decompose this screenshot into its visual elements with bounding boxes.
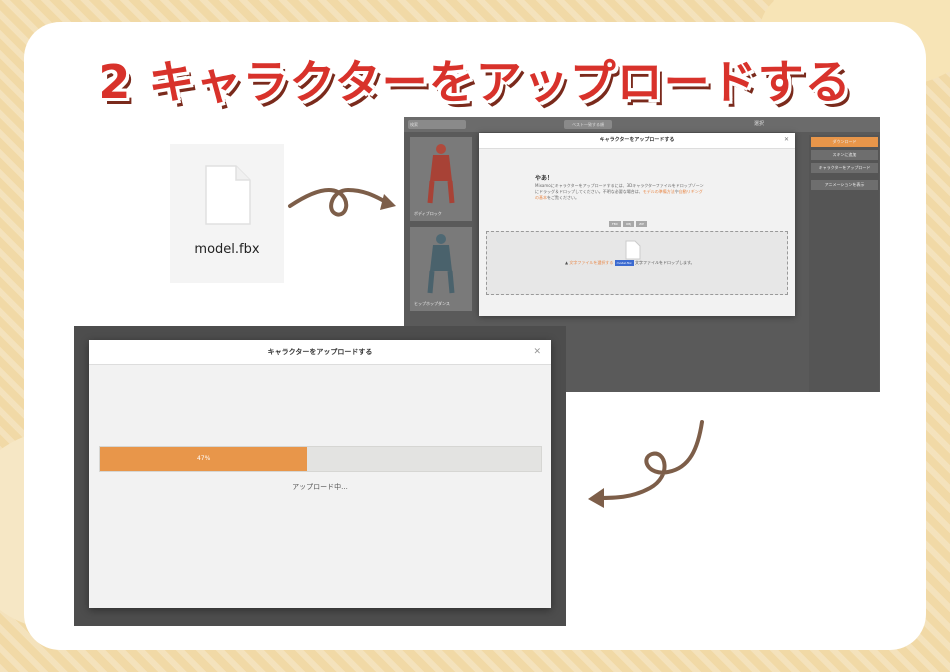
upload-progress-modal: キャラクターをアップロードする ✕ 47% アップロード中...	[89, 340, 551, 608]
character-tile[interactable]: ヒップホップダンス	[410, 227, 472, 311]
close-icon[interactable]: ✕	[533, 347, 541, 357]
sort-dropdown[interactable]: ベスト一致する順	[564, 120, 612, 129]
page-title: 2 キャラクターをアップロードする	[98, 55, 852, 109]
top-toolbar: 検索 ベスト一致する順 選択	[404, 117, 880, 132]
close-icon[interactable]: ✕	[784, 136, 789, 143]
tile-label: ヒップホップダンス	[414, 301, 450, 306]
character-figure-icon	[427, 234, 455, 294]
warning-icon: ▲	[565, 260, 569, 265]
upload-modal: キャラクターをアップロードする ✕ やあ！ Mixamoにキャラクターをアップロ…	[479, 133, 795, 316]
modal-title: キャラクターをアップロードする	[479, 133, 795, 149]
format-tag: OBJ	[622, 221, 635, 227]
document-icon	[625, 240, 641, 260]
upload-progress-screenshot: キャラクターをアップロードする ✕ 47% アップロード中...	[74, 326, 566, 626]
description-text: をご覧ください。	[547, 195, 579, 200]
modal-description: Mixamoにキャラクターをアップロードするには、3Dキャラクターファイルをドロ…	[535, 183, 705, 201]
modal-title: キャラクターをアップロードする	[89, 340, 551, 365]
panel-title: 選択	[754, 121, 765, 127]
right-sidebar	[809, 135, 879, 392]
select-file-link[interactable]: 文字ファイルを選択する	[569, 260, 613, 265]
upload-status: アップロード中...	[292, 483, 348, 491]
progress-bar: 47%	[99, 446, 542, 472]
file-card: model.fbx	[170, 144, 284, 283]
dragged-file-chip: model.fbx	[614, 260, 634, 266]
character-figure-icon	[427, 144, 455, 204]
format-tag: ZIP	[636, 221, 647, 227]
greeting: やあ！	[535, 175, 554, 182]
format-tag: FBX	[609, 221, 621, 227]
add-to-skin-button[interactable]: スキンに追加	[811, 150, 878, 160]
drop-text: 文字ファイルをドロップします。	[634, 260, 695, 265]
progress-label: 47%	[196, 455, 211, 462]
format-tags: FBX OBJ ZIP	[609, 210, 649, 229]
show-animations-button[interactable]: アニメーションを表示	[811, 180, 878, 190]
search-input[interactable]: 検索	[408, 120, 466, 129]
document-icon	[205, 165, 251, 225]
drop-instructions: ▲ 文字ファイルを選択する model.fbx 文字ファイルをドロップします。	[565, 260, 695, 266]
character-tile[interactable]: ボディブロック	[410, 137, 472, 221]
download-button[interactable]: ダウンロード	[811, 137, 878, 147]
upload-character-button[interactable]: キャラクターをアップロード	[811, 163, 878, 173]
flow-arrow-down-left-icon	[588, 420, 704, 508]
flow-arrow-right-icon	[288, 187, 396, 217]
file-name: model.fbx	[194, 242, 260, 257]
prepare-model-link[interactable]: モデルの準備方法	[643, 189, 675, 194]
drop-zone[interactable]: ▲ 文字ファイルを選択する model.fbx 文字ファイルをドロップします。	[486, 231, 788, 295]
tile-label: ボディブロック	[414, 211, 442, 216]
